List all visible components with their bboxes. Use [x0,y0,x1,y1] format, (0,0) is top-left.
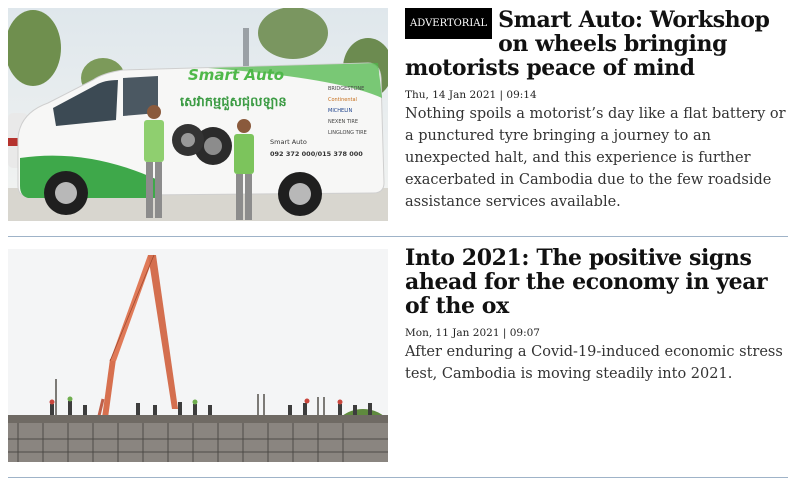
sponsor-logo-4: NEXEN TIRE [328,119,358,125]
article-summary: After enduring a Covid-19-induced econom… [405,344,783,382]
article-divider [8,236,788,237]
advertorial-badge: ADVERTORIAL [405,8,493,39]
article-divider [8,477,788,478]
construction-photo [8,249,388,462]
article-headline[interactable]: ADVERTORIAL Smart Auto: Workshop on wheel… [405,8,790,80]
article-text-block: ADVERTORIAL Smart Auto: Workshop on wheel… [405,8,790,213]
article-datetime: Mon, 11 Jan 2021 | 09:07 [405,327,540,339]
sponsor-logo-5: LINGLONG TIRE [328,130,367,136]
van-photo: Smart Auto សេវាកម្មជួសជុលឡាន BRIDGESTONE… [8,8,388,221]
sponsor-logo-1: BRIDGESTONE [328,86,364,92]
van-contact-name: Smart Auto [270,138,307,146]
article-text-block: Into 2021: The positive signs ahead for … [405,246,790,385]
article-card-economy[interactable]: Into 2021: The positive signs ahead for … [8,246,788,474]
van-brand-text: Smart Auto [188,66,284,84]
article-headline[interactable]: Into 2021: The positive signs ahead for … [405,246,790,318]
article-card-smart-auto[interactable]: Smart Auto សេវាកម្មជួសជុលឡាន BRIDGESTONE… [8,8,788,236]
article-datetime: Thu, 14 Jan 2021 | 09:14 [405,89,537,101]
sponsor-logo-3: MICHELIN [328,108,352,114]
article-thumbnail-construction[interactable] [8,249,388,462]
van-khmer-text: សេវាកម្មជួសជុលឡាន [180,95,287,111]
sponsor-logo-2: Continental [328,97,357,103]
van-phone: 092 372 000/015 378 000 [270,150,363,158]
article-thumbnail-van[interactable]: Smart Auto សេវាកម្មជួសជុលឡាន BRIDGESTONE… [8,8,388,221]
article-summary: Nothing spoils a motorist’s day like a f… [405,106,786,210]
